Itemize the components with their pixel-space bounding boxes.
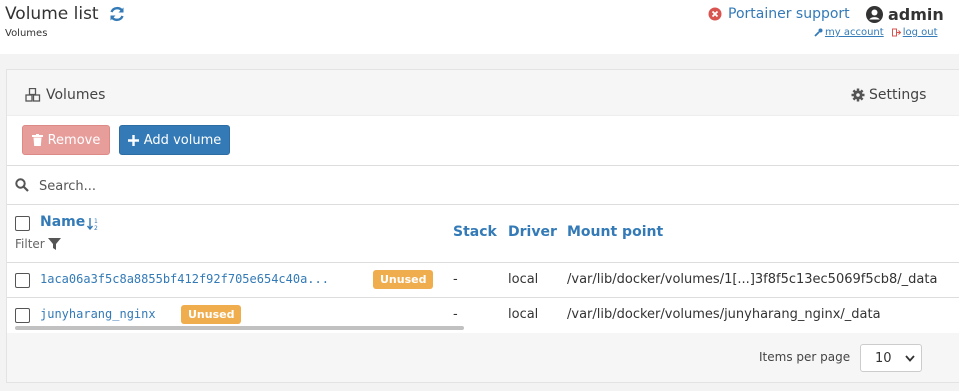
title-row: Volume list <box>5 4 126 24</box>
search-input[interactable] <box>37 174 441 198</box>
items-per-page-select[interactable]: 10 <box>860 344 922 372</box>
refresh-icon[interactable] <box>108 5 126 23</box>
select-all-checkbox[interactable] <box>15 216 30 231</box>
my-account-link[interactable]: my account <box>814 27 884 38</box>
sort-icon[interactable]: 12 <box>87 217 101 231</box>
support-icon <box>708 7 722 21</box>
wrench-icon <box>814 28 823 37</box>
log-out-label: log out <box>902 27 938 38</box>
row-checkbox[interactable] <box>15 308 30 323</box>
trash-icon <box>31 134 43 146</box>
sign-out-icon <box>891 28 901 37</box>
my-account-label: my account <box>825 27 884 38</box>
volume-name-link[interactable]: junyharang_nginx <box>40 307 156 321</box>
remove-label: Remove <box>47 132 101 148</box>
unused-badge: Unused <box>373 270 434 289</box>
search-bar <box>7 166 959 205</box>
settings-button[interactable]: Settings <box>851 87 926 103</box>
panel-header: Volumes Settings <box>7 70 959 116</box>
volume-name-link[interactable]: 1aca06a3f5c8a8855bf412f92f705e654c40a... <box>40 272 329 286</box>
mount-point-cell: /var/lib/docker/volumes/junyharang_nginx… <box>567 307 881 322</box>
row-checkbox[interactable] <box>15 273 30 288</box>
column-name[interactable]: Name <box>40 214 85 230</box>
gear-icon <box>851 88 865 102</box>
horizontal-scrollbar[interactable] <box>15 326 464 330</box>
volumes-panel: Volumes Settings Remove Add volume Name … <box>6 69 959 383</box>
mount-point-cell: /var/lib/docker/volumes/1[...]3f8f5c13ec… <box>567 272 938 287</box>
filter-label: Filter <box>15 237 45 251</box>
filter-button[interactable]: Filter <box>15 237 61 251</box>
unused-badge: Unused <box>181 305 242 324</box>
stack-cell: - <box>453 272 458 287</box>
remove-button[interactable]: Remove <box>22 125 110 155</box>
support-link[interactable]: Portainer support <box>708 6 850 22</box>
table-footer: Items per page 10 <box>7 333 959 382</box>
panel-title-label: Volumes <box>46 87 106 103</box>
driver-cell: local <box>508 307 539 322</box>
user-icon <box>866 6 883 23</box>
page-header: Volume list Volumes Portainer support ad… <box>0 0 959 54</box>
table-header: Name 12 Filter Stack Driver Mount point <box>7 205 959 263</box>
chevron-down-icon <box>905 355 915 362</box>
account-links: my account log out <box>814 27 938 38</box>
stack-cell: - <box>453 307 458 322</box>
filter-icon <box>47 238 61 250</box>
support-label: Portainer support <box>728 6 850 22</box>
user-menu: admin <box>866 5 944 24</box>
username: admin <box>888 5 944 24</box>
breadcrumb: Volumes <box>5 28 48 39</box>
page-title: Volume list <box>5 4 99 24</box>
svg-text:2: 2 <box>94 225 98 231</box>
items-per-page-label: Items per page <box>759 350 851 364</box>
settings-label: Settings <box>869 87 927 103</box>
plus-icon <box>127 134 139 146</box>
action-bar: Remove Add volume <box>7 115 959 166</box>
driver-cell: local <box>508 272 539 287</box>
column-stack[interactable]: Stack <box>453 224 497 240</box>
log-out-link[interactable]: log out <box>891 27 938 38</box>
table-row: 1aca06a3f5c8a8855bf412f92f705e654c40a...… <box>7 263 959 298</box>
panel-title: Volumes <box>25 87 105 103</box>
search-icon <box>15 178 29 192</box>
items-per-page-value: 10 <box>875 351 892 366</box>
svg-text:1: 1 <box>94 218 98 225</box>
column-driver[interactable]: Driver <box>508 224 557 240</box>
add-volume-label: Add volume <box>143 132 222 148</box>
add-volume-button[interactable]: Add volume <box>119 125 230 155</box>
column-mount-point[interactable]: Mount point <box>567 224 663 240</box>
cubes-icon <box>25 88 41 102</box>
